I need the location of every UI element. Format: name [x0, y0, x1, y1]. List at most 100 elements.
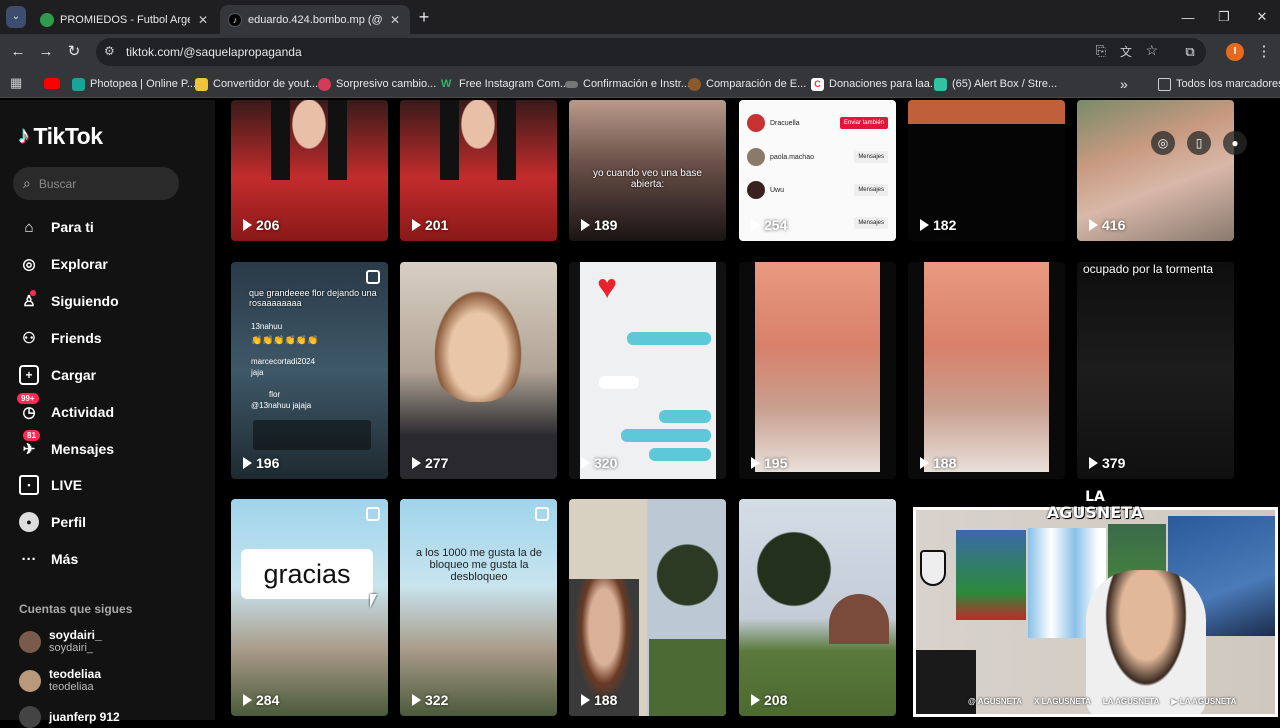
floating-controls: ◎ ▯ ●	[1151, 131, 1247, 155]
translate-icon[interactable]: 文	[1120, 43, 1132, 60]
reload-icon[interactable]: ↻	[64, 42, 84, 62]
view-count: 182	[920, 217, 956, 233]
play-icon	[920, 457, 929, 469]
nav-perfil[interactable]: ● Perfil	[19, 507, 86, 537]
video-card[interactable]: 182	[908, 100, 1065, 241]
following-icon: ♙	[22, 293, 36, 310]
tab-search-button[interactable]: ⌄	[6, 6, 26, 28]
tab-title: eduardo.424.bombo.mp (@saq	[248, 13, 382, 26]
bookmark-alertbox[interactable]: (65) Alert Box / Stre...	[934, 76, 1057, 92]
video-caption: yo cuando veo una base abierta:	[593, 168, 702, 190]
messages-icon: ✈ 81	[19, 430, 40, 459]
chat-row: Uwu Mensajes	[747, 179, 888, 201]
nav-cargar[interactable]: + Cargar	[19, 360, 96, 390]
nav-live[interactable]: ▪ LIVE	[19, 470, 82, 500]
instagram-handle: @ AGUSNETA	[968, 697, 1023, 706]
video-card[interactable]: 206	[231, 100, 388, 241]
nav-mensajes[interactable]: ✈ 81 Mensajes	[19, 430, 114, 464]
minimize-button[interactable]: —	[1170, 0, 1206, 34]
avatar	[19, 706, 41, 728]
bookmarks-bar: ▦ Photopea | Online P... Convertidor de …	[0, 70, 1280, 98]
followed-account[interactable]: soydairi_ soydairi_	[19, 628, 102, 655]
close-tab-icon[interactable]: ✕	[196, 13, 210, 27]
play-icon	[243, 457, 252, 469]
avatar	[19, 669, 41, 692]
tab-promiedos[interactable]: PROMIEDOS - Futbol Argentino ✕	[32, 5, 218, 34]
streamlabs-icon	[934, 77, 947, 91]
bookmark-convertidor[interactable]: Convertidor de yout...	[195, 76, 318, 92]
play-icon	[581, 694, 590, 706]
tiktok-avatar-icon[interactable]: ●	[1223, 131, 1247, 155]
more-bookmarks-button[interactable]: »	[1120, 76, 1128, 92]
activity-badge: 99+	[17, 393, 39, 404]
video-card[interactable]: 208	[739, 499, 896, 716]
compass-icon: ◎	[22, 256, 36, 273]
followed-account[interactable]: juanferp 912	[19, 706, 120, 728]
phone-icon[interactable]: ▯	[1187, 131, 1211, 155]
video-card[interactable]: que grandeeee flor dejando una rosaaaaaa…	[231, 262, 388, 479]
forward-arrow-icon[interactable]: →	[36, 42, 56, 62]
tiktok-sidebar: ♪ TikTok ⌕ Buscar ⌂ Para ti ◎ Explorar ♙ Si…	[0, 100, 215, 728]
bookmark-label: (65) Alert Box / Stre...	[952, 78, 1058, 90]
chat-row: paola.machao Mensajes	[747, 146, 888, 168]
play-icon	[412, 219, 421, 231]
nav-para-ti[interactable]: ⌂ Para ti	[19, 212, 93, 242]
video-card[interactable]: ocupado por la tormenta 379	[1077, 262, 1234, 479]
tiktok-logo[interactable]: ♪ TikTok	[18, 122, 103, 150]
nav-explorar[interactable]: ◎ Explorar	[19, 249, 107, 279]
extensions-icon[interactable]: ⧉	[1180, 42, 1200, 62]
chat-action-button: Mensajes	[854, 184, 888, 196]
video-thumbnail	[428, 282, 528, 402]
video-card[interactable]: 201	[400, 100, 557, 241]
nav-siguiendo[interactable]: ♙ Siguiendo	[19, 286, 119, 316]
bookmark-sorpresivo[interactable]: Sorpresivo cambio...	[318, 76, 436, 92]
play-icon	[1089, 219, 1098, 231]
video-card[interactable]: yo cuando veo una base abierta: 189	[569, 100, 726, 241]
webcam-overlay	[913, 507, 1278, 717]
tab-strip: ⌄ PROMIEDOS - Futbol Argentino ✕ ♪ eduar…	[0, 0, 1280, 34]
apps-grid-icon[interactable]: ▦	[10, 75, 22, 91]
chat-action-button: Enviar también	[839, 117, 888, 129]
account-handle: soydairi_	[49, 642, 94, 654]
install-icon[interactable]: ⎘	[1096, 43, 1106, 59]
video-card[interactable]: a los 1000 me gusta la de bloqueo me gus…	[400, 499, 557, 716]
bookmark-instagram[interactable]: W Free Instagram Com...	[441, 76, 569, 92]
nav-mas[interactable]: ··· Más	[19, 544, 79, 574]
back-arrow-icon[interactable]: ←	[8, 42, 28, 62]
profile-avatar[interactable]: I	[1226, 43, 1244, 61]
bookmark-confirmacion[interactable]: Confirmación e Instr...	[565, 76, 690, 92]
compass-icon[interactable]: ◎	[1151, 131, 1175, 155]
video-card[interactable]: Dracuella Enviar también paola.machao Me…	[739, 100, 896, 241]
site-info-icon[interactable]: ⚙	[104, 44, 115, 58]
video-card[interactable]: ♥ 320	[569, 262, 726, 479]
photo-carousel-icon	[535, 507, 549, 521]
view-count-number: 322	[425, 692, 449, 708]
nav-actividad[interactable]: ◷ 99+ Actividad	[17, 393, 114, 427]
all-bookmarks-folder[interactable]: Todos los marcadores	[1158, 76, 1280, 92]
bookmark-comparacion[interactable]: Comparación de E...	[688, 76, 806, 92]
video-card[interactable]: 195	[739, 262, 896, 479]
video-caption: gracias	[241, 549, 373, 599]
video-card[interactable]: 277	[400, 262, 557, 479]
search-input[interactable]: ⌕ Buscar	[13, 167, 179, 200]
browser-menu-icon[interactable]: ⋮	[1254, 42, 1274, 62]
bookmark-star-icon[interactable]: ☆	[1145, 42, 1158, 59]
restore-button[interactable]: ❐	[1206, 0, 1242, 34]
video-card[interactable]: 188	[569, 499, 726, 716]
view-count: 320	[581, 455, 617, 471]
followed-account[interactable]: teodeliaa teodeliaa	[19, 667, 101, 694]
new-tab-button[interactable]: +	[414, 7, 434, 27]
bookmark-photopea[interactable]: Photopea | Online P...	[72, 76, 196, 92]
video-card[interactable]: gracias 284	[231, 499, 388, 716]
youtube-bookmark-icon[interactable]	[44, 78, 60, 89]
video-card[interactable]: 188	[908, 262, 1065, 479]
close-window-button[interactable]: ✕	[1244, 0, 1280, 34]
close-tab-icon[interactable]: ✕	[388, 13, 402, 27]
bookmark-donaciones[interactable]: C Donaciones para laa...	[811, 76, 939, 92]
nav-friends[interactable]: ⚇ Friends	[19, 323, 101, 353]
address-bar[interactable]: ⚙ tiktok.com/@saquelapropaganda ⎘ 文 ☆	[96, 38, 1206, 66]
video-card[interactable]: 416	[1077, 100, 1234, 241]
bookmark-label: Sorpresivo cambio...	[336, 78, 437, 90]
tab-tiktok[interactable]: ♪ eduardo.424.bombo.mp (@saq ✕	[220, 5, 410, 34]
notice-box	[253, 420, 371, 450]
